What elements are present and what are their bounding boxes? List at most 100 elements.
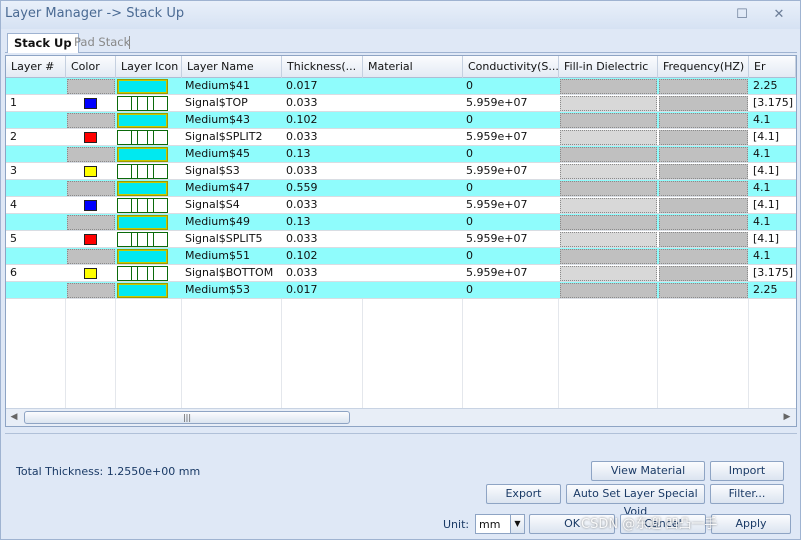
column-header[interactable]: Er [749, 56, 796, 78]
fill-in-dielectric-cell[interactable] [560, 147, 657, 162]
fill-in-dielectric-cell[interactable] [560, 181, 657, 196]
apply-button[interactable]: Apply [711, 514, 791, 534]
layer-name-cell[interactable]: Medium$51 [183, 248, 281, 265]
table-row[interactable]: 5 Signal$SPLIT5 0.033 5.959e+07 [4.1] [6, 231, 796, 248]
color-swatch[interactable] [84, 268, 97, 279]
thickness-cell[interactable]: 0.033 [284, 265, 362, 282]
thickness-cell[interactable]: 0.017 [284, 282, 362, 299]
frequency-cell[interactable] [659, 130, 748, 145]
material-cell[interactable] [364, 95, 462, 112]
thickness-cell[interactable]: 0.033 [284, 163, 362, 180]
conductivity-cell[interactable]: 0 [464, 214, 558, 231]
layer-name-cell[interactable]: Signal$BOTTOM [183, 265, 281, 282]
frequency-cell[interactable] [659, 283, 748, 298]
export-button[interactable]: Export [486, 484, 561, 504]
conductivity-cell[interactable]: 0 [464, 282, 558, 299]
er-cell[interactable]: [4.1] [751, 163, 796, 180]
table-row[interactable]: 6 Signal$BOTTOM 0.033 5.959e+07 [3.175] [6, 265, 796, 282]
layer-number-cell[interactable]: 4 [8, 197, 64, 214]
conductivity-cell[interactable]: 5.959e+07 [464, 231, 558, 248]
conductivity-cell[interactable]: 5.959e+07 [464, 265, 558, 282]
column-header[interactable]: Thickness(... [282, 56, 363, 78]
conductivity-cell[interactable]: 0 [464, 78, 558, 95]
color-swatch[interactable] [84, 166, 97, 177]
fill-in-dielectric-cell[interactable] [560, 198, 657, 213]
conductivity-cell[interactable]: 5.959e+07 [464, 163, 558, 180]
thickness-cell[interactable]: 0.102 [284, 248, 362, 265]
table-row[interactable]: Medium$53 0.017 0 2.25 [6, 282, 796, 299]
er-cell[interactable]: 2.25 [751, 78, 796, 95]
column-header[interactable]: Conductivity(S... [463, 56, 559, 78]
conductivity-cell[interactable]: 0 [464, 248, 558, 265]
conductivity-cell[interactable]: 0 [464, 112, 558, 129]
table-row[interactable]: 3 Signal$S3 0.033 5.959e+07 [4.1] [6, 163, 796, 180]
frequency-cell[interactable] [659, 232, 748, 247]
layer-name-cell[interactable]: Signal$S3 [183, 163, 281, 180]
table-row[interactable]: 1 Signal$TOP 0.033 5.959e+07 [3.175] [6, 95, 796, 112]
material-cell[interactable] [364, 180, 462, 197]
layer-number-cell[interactable] [8, 112, 64, 129]
material-cell[interactable] [364, 282, 462, 299]
fill-in-dielectric-cell[interactable] [560, 266, 657, 281]
column-header[interactable]: Color [66, 56, 116, 78]
column-header[interactable]: Layer # [6, 56, 66, 78]
conductivity-cell[interactable]: 5.959e+07 [464, 95, 558, 112]
frequency-cell[interactable] [659, 164, 748, 179]
column-header[interactable]: Material [363, 56, 463, 78]
layer-name-cell[interactable]: Signal$SPLIT2 [183, 129, 281, 146]
close-icon[interactable]: ✕ [771, 7, 787, 23]
thickness-cell[interactable]: 0.13 [284, 214, 362, 231]
layer-name-cell[interactable]: Signal$SPLIT5 [183, 231, 281, 248]
table-row[interactable]: Medium$49 0.13 0 4.1 [6, 214, 796, 231]
view-material-button[interactable]: View Material [591, 461, 705, 481]
layer-number-cell[interactable] [8, 180, 64, 197]
column-header[interactable]: Frequency(HZ) [658, 56, 749, 78]
er-cell[interactable]: [3.175] [751, 265, 796, 282]
er-cell[interactable]: [3.175] [751, 95, 796, 112]
thickness-cell[interactable]: 0.033 [284, 197, 362, 214]
column-header[interactable]: Fill-in Dielectric [559, 56, 658, 78]
conductivity-cell[interactable]: 0 [464, 146, 558, 163]
color-swatch[interactable] [84, 98, 97, 109]
table-row[interactable]: Medium$45 0.13 0 4.1 [6, 146, 796, 163]
material-cell[interactable] [364, 248, 462, 265]
layer-name-cell[interactable]: Medium$45 [183, 146, 281, 163]
material-cell[interactable] [364, 197, 462, 214]
fill-in-dielectric-cell[interactable] [560, 283, 657, 298]
layer-number-cell[interactable] [8, 248, 64, 265]
frequency-cell[interactable] [659, 79, 748, 94]
layer-name-cell[interactable]: Signal$S4 [183, 197, 281, 214]
er-cell[interactable]: 4.1 [751, 214, 796, 231]
er-cell[interactable]: [4.1] [751, 197, 796, 214]
chevron-down-icon[interactable]: ▼ [510, 515, 524, 533]
frequency-cell[interactable] [659, 249, 748, 264]
layer-number-cell[interactable] [8, 78, 64, 95]
fill-in-dielectric-cell[interactable] [560, 113, 657, 128]
thickness-cell[interactable]: 0.13 [284, 146, 362, 163]
frequency-cell[interactable] [659, 96, 748, 111]
conductivity-cell[interactable]: 5.959e+07 [464, 197, 558, 214]
material-cell[interactable] [364, 231, 462, 248]
fill-in-dielectric-cell[interactable] [560, 215, 657, 230]
fill-in-dielectric-cell[interactable] [560, 79, 657, 94]
filter-button[interactable]: Filter... [710, 484, 784, 504]
layer-name-cell[interactable]: Medium$53 [183, 282, 281, 299]
layer-number-cell[interactable]: 5 [8, 231, 64, 248]
maximize-icon[interactable]: ☐ [734, 7, 750, 23]
thickness-cell[interactable]: 0.033 [284, 231, 362, 248]
layer-number-cell[interactable]: 2 [8, 129, 64, 146]
frequency-cell[interactable] [659, 181, 748, 196]
table-row[interactable]: Medium$47 0.559 0 4.1 [6, 180, 796, 197]
column-header[interactable]: Layer Name [182, 56, 282, 78]
layer-name-cell[interactable]: Medium$47 [183, 180, 281, 197]
material-cell[interactable] [364, 265, 462, 282]
thickness-cell[interactable]: 0.102 [284, 112, 362, 129]
import-button[interactable]: Import [710, 461, 784, 481]
layer-name-cell[interactable]: Signal$TOP [183, 95, 281, 112]
column-header[interactable]: Layer Icon [116, 56, 182, 78]
frequency-cell[interactable] [659, 113, 748, 128]
layer-number-cell[interactable] [8, 146, 64, 163]
er-cell[interactable]: [4.1] [751, 231, 796, 248]
fill-in-dielectric-cell[interactable] [560, 96, 657, 111]
frequency-cell[interactable] [659, 215, 748, 230]
